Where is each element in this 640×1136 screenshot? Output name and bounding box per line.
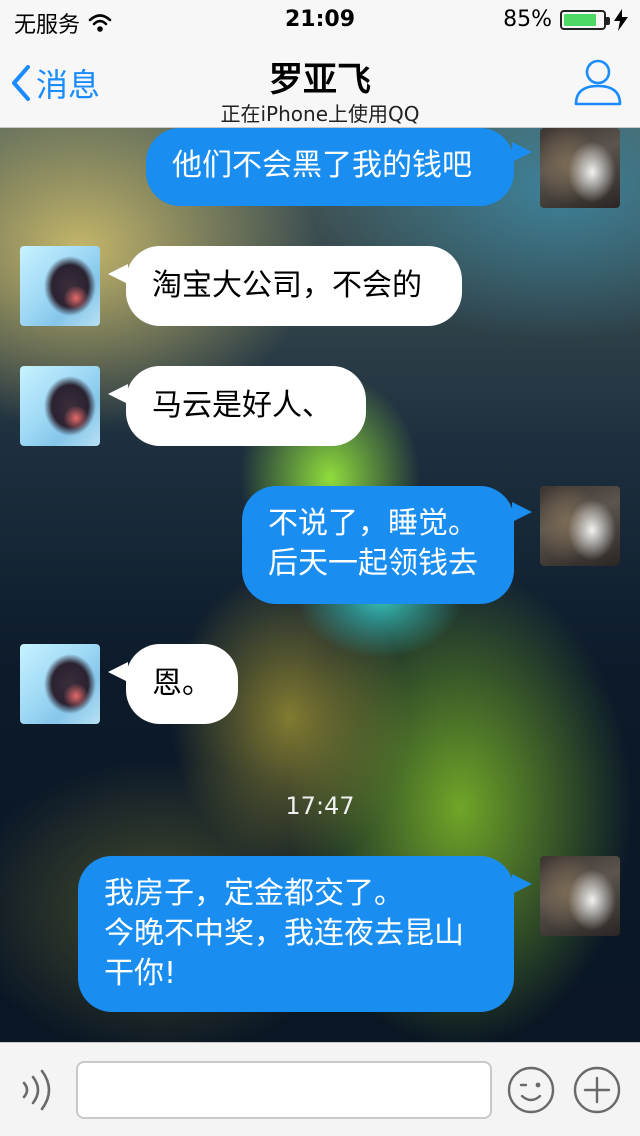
emoji-button[interactable] xyxy=(506,1065,556,1115)
battery-icon xyxy=(560,9,610,30)
voice-button[interactable] xyxy=(18,1067,58,1113)
status-bar: 无服务 21:09 85% xyxy=(0,0,640,40)
message-bubble[interactable]: 淘宝大公司，不会的 xyxy=(126,246,462,326)
message-text: 淘宝大公司，不会的 xyxy=(152,268,422,303)
profile-button[interactable] xyxy=(570,54,626,110)
message-incoming: 淘宝大公司，不会的 xyxy=(0,246,640,330)
contact-avatar[interactable] xyxy=(20,246,100,326)
message-outgoing: 他们不会黑了我的钱吧 xyxy=(0,128,640,212)
message-incoming: 恩。 xyxy=(0,644,640,728)
my-avatar[interactable] xyxy=(540,856,620,936)
message-text-line: 不说了，睡觉。 xyxy=(268,506,478,541)
message-text: 他们不会黑了我的钱吧 xyxy=(172,148,472,183)
message-bubble[interactable]: 不说了，睡觉。 后天一起领钱去 xyxy=(242,486,514,604)
message-input[interactable] xyxy=(76,1061,492,1119)
message-text-line: 我房子，定金都交了。 xyxy=(104,876,404,911)
plus-icon xyxy=(573,1066,621,1114)
message-text: 马云是好人、 xyxy=(152,388,332,423)
my-avatar[interactable] xyxy=(540,486,620,566)
input-bar xyxy=(0,1042,640,1136)
emoji-icon xyxy=(507,1066,555,1114)
message-bubble[interactable]: 恩。 xyxy=(126,644,238,724)
message-bubble[interactable]: 他们不会黑了我的钱吧 xyxy=(146,128,514,206)
message-incoming: 马云是好人、 xyxy=(0,366,640,450)
message-text-line: 干你! xyxy=(104,956,177,991)
person-icon xyxy=(574,59,622,106)
contact-status: 正在iPhone上使用QQ xyxy=(220,102,420,126)
contact-avatar[interactable] xyxy=(20,366,100,446)
message-bubble[interactable]: 我房子，定金都交了。 今晚不中奖，我连夜去昆山 干你! xyxy=(78,856,514,1012)
message-timestamp: 17:47 xyxy=(285,792,355,820)
message-outgoing: 我房子，定金都交了。 今晚不中奖，我连夜去昆山 干你! xyxy=(0,856,640,1016)
more-button[interactable] xyxy=(572,1065,622,1115)
voice-icon xyxy=(22,1069,51,1111)
contact-avatar[interactable] xyxy=(20,644,100,724)
message-bubble[interactable]: 马云是好人、 xyxy=(126,366,366,446)
message-text-line: 后天一起领钱去 xyxy=(268,546,478,581)
message-outgoing: 不说了，睡觉。 后天一起领钱去 xyxy=(0,486,640,606)
contact-name: 罗亚飞 xyxy=(269,60,371,100)
message-list[interactable]: 他们不会黑了我的钱吧 淘宝大公司，不会的 马云是好人、 不说了，睡觉。 后天一起… xyxy=(0,128,640,1042)
charging-bolt-icon xyxy=(614,8,628,31)
message-text-line: 今晚不中奖，我连夜去昆山 xyxy=(104,916,464,951)
battery-percent: 85% xyxy=(503,7,552,32)
message-text: 恩。 xyxy=(152,666,212,701)
nav-bar: 消息 罗亚飞 正在iPhone上使用QQ xyxy=(0,40,640,128)
my-avatar[interactable] xyxy=(540,128,620,208)
battery-level xyxy=(564,13,597,26)
